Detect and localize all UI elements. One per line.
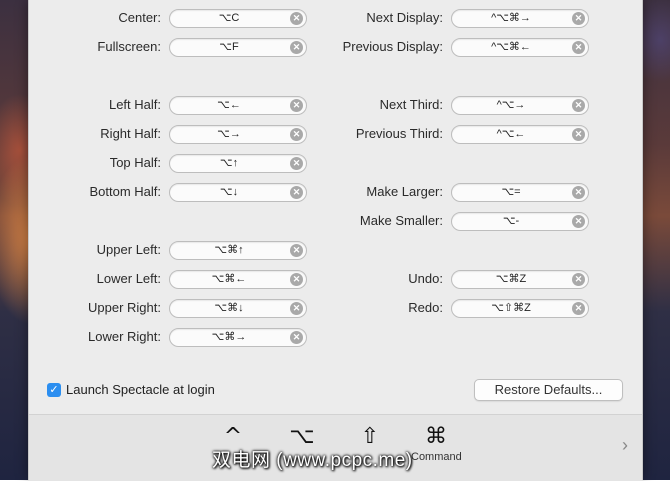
shortcut-value: ^⌥→: [496, 99, 526, 111]
shortcut-field-previous-display[interactable]: ^⌥⌘← ✕: [451, 38, 589, 57]
label-lower-left: Lower Left:: [96, 271, 161, 286]
shortcut-field-upper-right[interactable]: ⌥⌘↓ ✕: [169, 299, 307, 318]
shortcut-field-next-display[interactable]: ^⌥⌘→ ✕: [451, 9, 589, 28]
clear-icon[interactable]: ✕: [290, 128, 303, 141]
label-make-smaller: Make Smaller:: [359, 213, 443, 228]
shortcut-value: ⌥-: [502, 215, 520, 227]
label-fullscreen: Fullscreen:: [97, 39, 161, 54]
shortcut-field-bottom-half[interactable]: ⌥↓ ✕: [169, 183, 307, 202]
shortcut-field-redo[interactable]: ⌥⇧⌘Z ✕: [451, 299, 589, 318]
shortcut-value: ^⌥⌘←: [491, 41, 531, 53]
clear-icon[interactable]: ✕: [572, 99, 585, 112]
label-undo: Undo:: [408, 271, 443, 286]
clear-icon[interactable]: ✕: [290, 331, 303, 344]
label-lower-right: Lower Right:: [88, 329, 161, 344]
shortcut-value: ^⌥⌘→: [491, 12, 531, 24]
shortcut-field-left-half[interactable]: ⌥← ✕: [169, 96, 307, 115]
shortcut-value: ⌥F: [219, 41, 239, 53]
shortcut-field-top-half[interactable]: ⌥↑ ✕: [169, 154, 307, 173]
watermark-text: 双电网 (www.pcpc.me): [212, 450, 413, 471]
shortcut-value: ⌥⌘→: [211, 331, 247, 343]
shortcut-field-make-larger[interactable]: ⌥= ✕: [451, 183, 589, 202]
label-make-larger: Make Larger:: [366, 184, 443, 199]
clear-icon[interactable]: ✕: [290, 273, 303, 286]
label-redo: Redo:: [408, 300, 443, 315]
shortcut-value: ⌥C: [218, 12, 240, 24]
shortcut-field-lower-left[interactable]: ⌥⌘← ✕: [169, 270, 307, 289]
command-key-icon: ⌘: [425, 424, 447, 449]
chevron-right-icon[interactable]: ›: [622, 435, 628, 456]
label-next-display: Next Display:: [366, 10, 443, 25]
clear-icon[interactable]: ✕: [290, 244, 303, 257]
clear-icon[interactable]: ✕: [572, 12, 585, 25]
shortcut-value: ⌥⌘←: [211, 273, 247, 285]
clear-icon[interactable]: ✕: [572, 41, 585, 54]
label-top-half: Top Half:: [109, 155, 161, 170]
shortcut-value: ⌥↓: [219, 186, 239, 198]
clear-icon[interactable]: ✕: [572, 302, 585, 315]
shortcut-value: ⌥←: [217, 99, 241, 111]
clear-icon[interactable]: ✕: [290, 41, 303, 54]
clear-icon[interactable]: ✕: [290, 157, 303, 170]
shortcut-value: ⌥⇧⌘Z: [491, 302, 531, 314]
label-next-third: Next Third:: [379, 97, 443, 112]
shortcut-value: ⌥⌘Z: [495, 273, 527, 285]
clear-icon[interactable]: ✕: [290, 302, 303, 315]
shortcut-field-lower-right[interactable]: ⌥⌘→ ✕: [169, 328, 307, 347]
clear-icon[interactable]: ✕: [572, 186, 585, 199]
shortcut-value: ⌥↑: [219, 157, 239, 169]
shortcut-value: ⌥→: [217, 128, 241, 140]
clear-icon[interactable]: ✕: [572, 273, 585, 286]
shortcut-field-next-third[interactable]: ^⌥→ ✕: [451, 96, 589, 115]
label-previous-third: Previous Third:: [355, 126, 443, 141]
shortcut-value: ⌥⌘↑: [214, 244, 244, 256]
label-upper-left: Upper Left:: [96, 242, 161, 257]
launch-at-login-label[interactable]: Launch Spectacle at login: [66, 382, 215, 398]
clear-icon[interactable]: ✕: [290, 99, 303, 112]
launch-at-login-checkbox[interactable]: ✓: [47, 383, 61, 397]
label-previous-display: Previous Display:: [342, 39, 443, 54]
shortcut-value: ^⌥←: [496, 128, 526, 140]
label-center: Center:: [118, 10, 161, 25]
shortcut-field-upper-left[interactable]: ⌥⌘↑ ✕: [169, 241, 307, 260]
shortcut-value: ⌥=: [501, 186, 521, 198]
key-name: Command: [411, 451, 462, 463]
command-key-item[interactable]: ⌘ Command: [411, 423, 462, 463]
label-left-half: Left Half:: [108, 97, 161, 112]
restore-defaults-button[interactable]: Restore Defaults...: [474, 379, 623, 401]
shortcut-field-fullscreen[interactable]: ⌥F ✕: [169, 38, 307, 57]
label-upper-right: Upper Right:: [88, 300, 161, 315]
shortcut-field-previous-third[interactable]: ^⌥← ✕: [451, 125, 589, 144]
shortcut-field-undo[interactable]: ⌥⌘Z ✕: [451, 270, 589, 289]
shortcut-value: ⌥⌘↓: [214, 302, 244, 314]
label-bottom-half: Bottom Half:: [89, 184, 161, 199]
shortcut-field-center[interactable]: ⌥C ✕: [169, 9, 307, 28]
clear-icon[interactable]: ✕: [290, 186, 303, 199]
clear-icon[interactable]: ✕: [290, 12, 303, 25]
clear-icon[interactable]: ✕: [572, 215, 585, 228]
spectacle-preferences-window: Center: ⌥C ✕ Fullscreen: ⌥F ✕ Left Half:…: [28, 0, 643, 481]
clear-icon[interactable]: ✕: [572, 128, 585, 141]
label-right-half: Right Half:: [100, 126, 161, 141]
shortcut-field-right-half[interactable]: ⌥→ ✕: [169, 125, 307, 144]
shortcut-field-make-smaller[interactable]: ⌥- ✕: [451, 212, 589, 231]
